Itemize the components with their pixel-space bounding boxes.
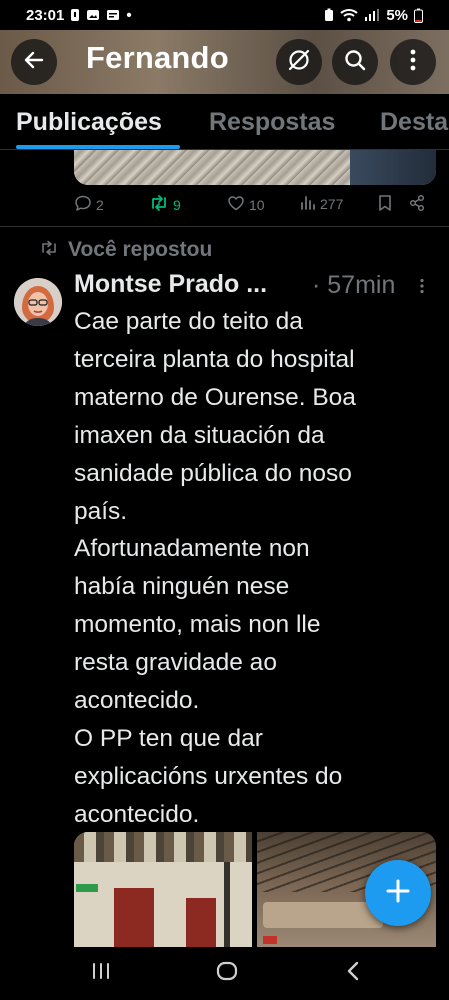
tab-respostas[interactable]: Respostas	[209, 108, 335, 137]
like-count: 10	[249, 196, 265, 213]
compose-button[interactable]	[365, 860, 431, 926]
reply-icon	[74, 194, 92, 215]
repost-small-icon	[40, 238, 58, 262]
back-icon	[346, 961, 360, 986]
media-image-left	[74, 150, 350, 185]
search-button[interactable]	[332, 39, 378, 85]
arrow-left-icon	[22, 48, 46, 77]
avatar[interactable]	[14, 278, 62, 326]
status-time: 23:01	[26, 6, 65, 24]
system-nav-bar	[0, 947, 449, 1000]
unfollow-icon	[286, 47, 312, 78]
profile-header: Fernando	[0, 30, 449, 94]
home-button[interactable]	[212, 961, 242, 985]
image-exit-sign	[76, 884, 98, 892]
tweet-body: Cae parte do teito da terceira planta do…	[74, 308, 356, 828]
notification-icon	[70, 8, 80, 22]
tab-destaques[interactable]: Desta	[380, 108, 448, 137]
image-door	[186, 898, 216, 947]
bookmark-icon	[377, 194, 393, 215]
previous-post-actions: 2 9 10 277	[0, 192, 449, 220]
repost-button[interactable]: 9	[149, 194, 181, 215]
gallery-icon	[86, 8, 100, 22]
share-icon	[408, 194, 426, 215]
views-icon	[300, 194, 316, 213]
status-bar: 23:01 • 5%	[0, 0, 449, 30]
recent-apps-icon	[91, 961, 111, 986]
more-vertical-small-icon	[419, 278, 425, 298]
home-icon	[216, 960, 238, 987]
previous-post-media[interactable]	[74, 150, 436, 185]
tweet-author[interactable]: Montse Prado ...	[74, 270, 267, 299]
tweet-image-1[interactable]	[74, 832, 252, 947]
image-door	[114, 888, 154, 947]
plus-icon	[385, 878, 411, 909]
tweet-time[interactable]: · 57min	[312, 271, 395, 300]
search-icon	[343, 48, 367, 77]
share-button[interactable]	[408, 194, 426, 215]
status-dot: •	[126, 6, 132, 24]
signal-icon	[364, 8, 380, 22]
more-options-button[interactable]	[390, 39, 436, 85]
tweet-more-button[interactable]	[419, 278, 425, 299]
battery-icon	[414, 8, 423, 23]
views-button[interactable]: 277	[300, 194, 343, 213]
heart-icon	[227, 194, 245, 215]
unfollow-button[interactable]	[276, 39, 322, 85]
battery-level: 5%	[386, 6, 408, 24]
active-tab-indicator	[16, 145, 180, 149]
post-divider	[0, 226, 449, 227]
like-button[interactable]: 10	[227, 194, 265, 215]
repost-count: 9	[173, 196, 181, 213]
wifi-icon	[340, 8, 358, 22]
image-pipe	[224, 862, 230, 947]
reply-button[interactable]: 2	[74, 194, 104, 215]
repost-label-text: Você repostou	[68, 238, 213, 261]
page-title: Fernando	[86, 40, 229, 75]
back-nav-button[interactable]	[338, 961, 368, 985]
recent-apps-button[interactable]	[86, 961, 116, 985]
profile-tabs: Publicações Respostas Desta	[0, 94, 449, 150]
image-red-tag	[263, 936, 277, 944]
reply-count: 2	[96, 196, 104, 213]
battery-saver-icon	[324, 8, 334, 22]
alarm-icon	[106, 8, 120, 22]
repost-icon	[149, 194, 169, 215]
tweet-text: Cae parte do teito da terceira planta do…	[74, 303, 442, 834]
repost-label: Você repostou	[40, 238, 212, 262]
tab-publicacoes[interactable]: Publicações	[16, 108, 162, 137]
views-count: 277	[320, 195, 344, 212]
more-vertical-icon	[409, 48, 417, 77]
image-ceiling-debris	[74, 832, 252, 862]
media-image-right	[350, 150, 436, 185]
back-button[interactable]	[11, 39, 57, 85]
bookmark-button[interactable]	[377, 194, 393, 215]
image-duct	[263, 902, 383, 928]
